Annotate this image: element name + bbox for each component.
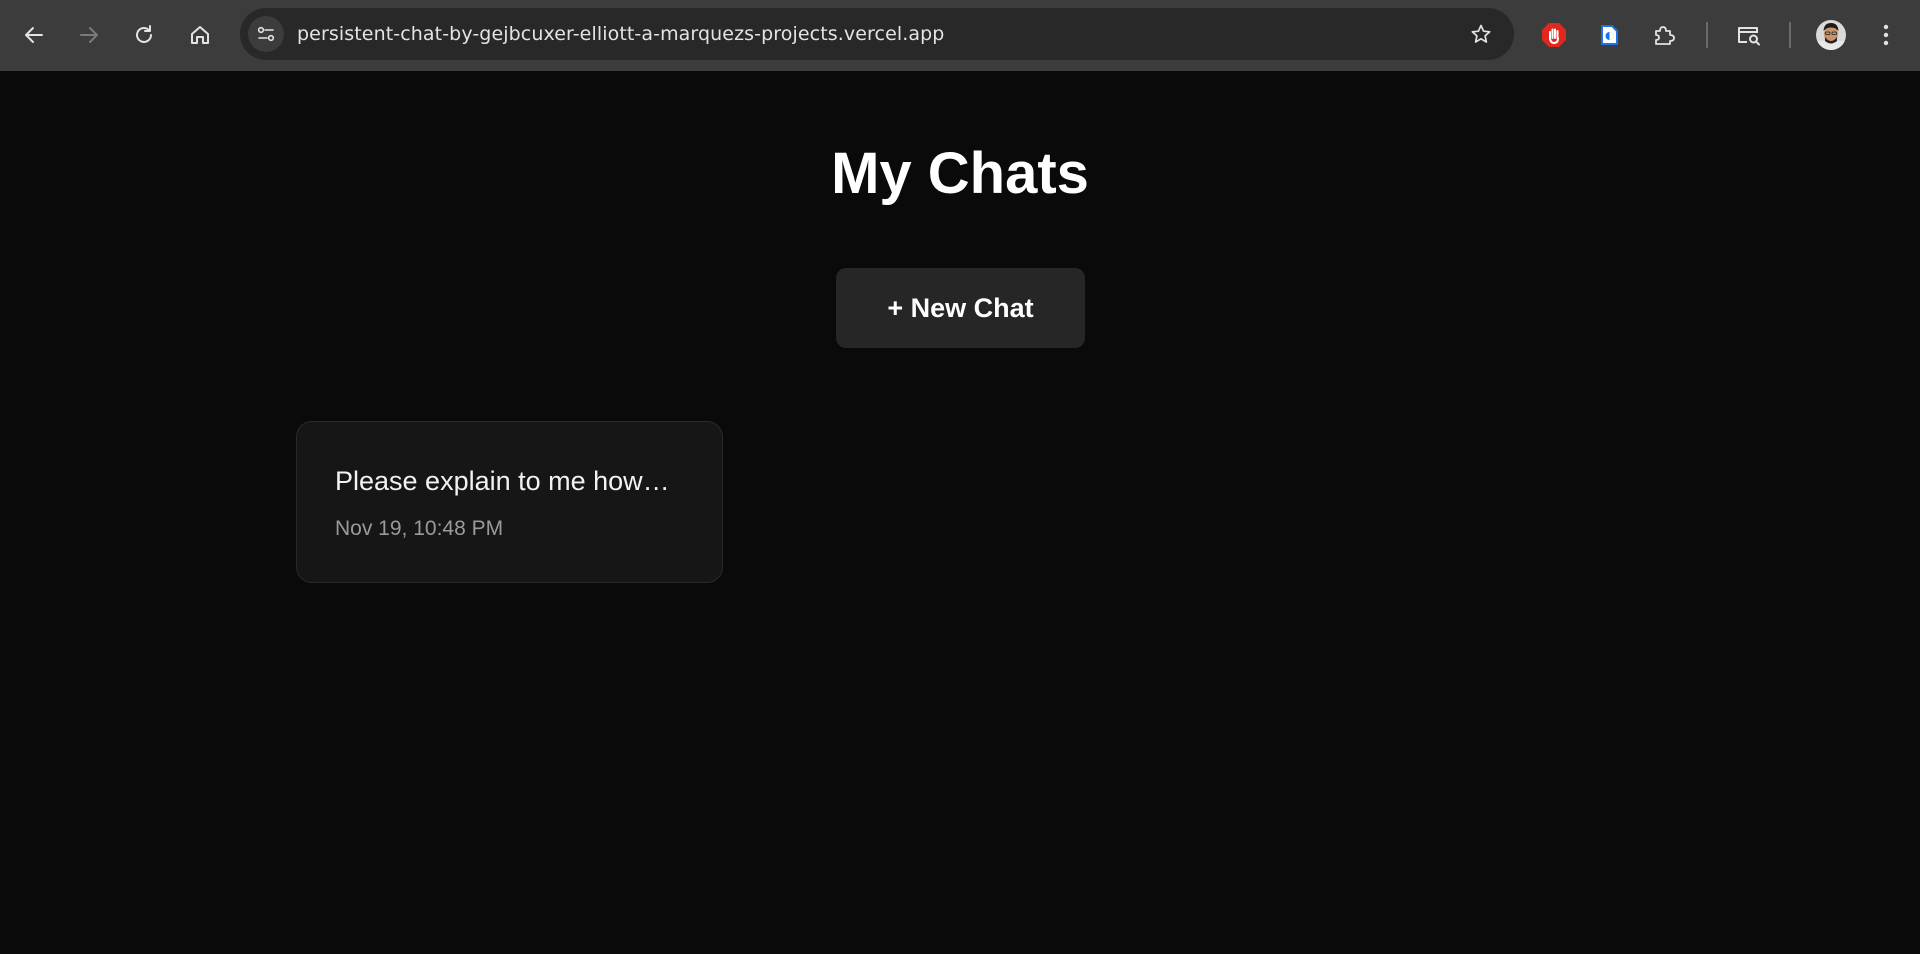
url-text[interactable]: persistent-chat-by-gejbcuxer-elliott-a-m… [297,8,944,60]
address-bar[interactable]: persistent-chat-by-gejbcuxer-elliott-a-m… [240,8,1514,60]
home-button[interactable] [181,16,219,54]
stop-hand-extension-icon [1542,23,1566,47]
bookmark-button[interactable] [1462,15,1500,53]
document-extension-icon [1601,25,1618,45]
profile-avatar [1816,20,1846,50]
puzzle-piece-icon [1655,26,1675,45]
site-settings-icon [257,26,275,42]
forward-button[interactable] [70,16,108,54]
new-chat-button[interactable]: + New Chat [836,268,1085,348]
back-button[interactable] [15,16,53,54]
extension-document-button[interactable] [1590,16,1628,54]
back-arrow-icon [25,27,43,43]
tab-search-icon [1738,27,1760,46]
toolbar-divider [1706,22,1708,48]
chat-card[interactable]: Please explain to me how… Nov 19, 10:48 … [296,421,723,583]
extension-stop-button[interactable] [1535,16,1573,54]
star-icon [1471,24,1491,43]
forward-arrow-icon [80,27,98,43]
page-title: My Chats [831,141,1089,206]
reload-icon [136,25,152,43]
chat-date: Nov 19, 10:48 PM [335,517,504,540]
reload-button[interactable] [125,16,163,54]
browser-toolbar: persistent-chat-by-gejbcuxer-elliott-a-m… [0,0,1920,71]
extensions-button[interactable] [1645,16,1683,54]
toolbar-divider [1789,22,1791,48]
profile-button[interactable] [1812,16,1850,54]
chat-title: Please explain to me how… [335,466,670,496]
site-info-button[interactable] [248,16,284,52]
kebab-menu-icon [1883,24,1889,46]
home-icon [191,26,209,44]
tab-search-button[interactable] [1730,16,1768,54]
browser-menu-button[interactable] [1867,16,1905,54]
